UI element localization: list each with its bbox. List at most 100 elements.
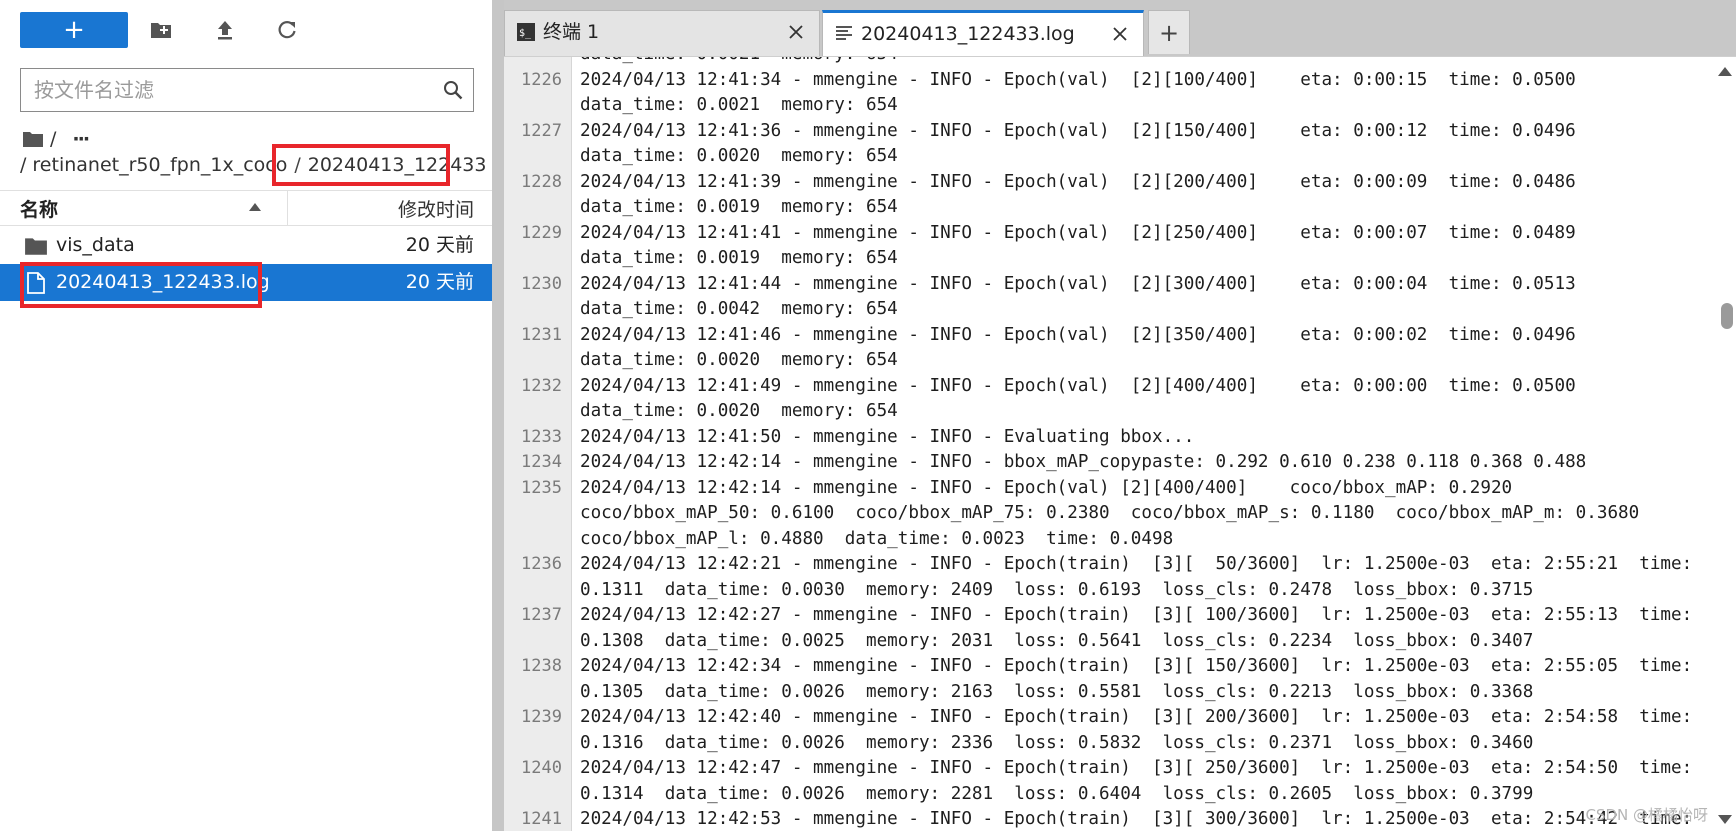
line-number: 1241 bbox=[521, 809, 562, 829]
log-line: data_time: 0.0021 memory: 654 bbox=[504, 93, 1714, 119]
log-entry: 1234 2024/04/13 12:42:14 - mmengine - INF… bbox=[504, 450, 1714, 476]
log-line: data_time: 0.0020 memory: 654 bbox=[504, 348, 1714, 374]
breadcrumb-root[interactable]: / bbox=[50, 128, 56, 150]
breadcrumb-ellipsis[interactable]: ··· bbox=[72, 128, 90, 150]
log-entry: 1240 2024/04/13 12:42:47 - mmengine - INF… bbox=[504, 756, 1714, 807]
line-number: 1236 bbox=[521, 554, 562, 574]
close-icon[interactable] bbox=[1111, 25, 1129, 43]
line-number: 1231 bbox=[521, 324, 562, 345]
log-text: 2024/04/13 12:42:21 - mmengine - INFO - … bbox=[580, 554, 1693, 574]
tab-label: 终端 1 bbox=[543, 21, 600, 43]
log-text: data_time: 0.0019 memory: 654 bbox=[580, 248, 898, 268]
watermark: CSDN @橘橘怡呀 bbox=[1585, 806, 1708, 824]
log-text: data_time: 0.0019 memory: 654 bbox=[580, 197, 898, 217]
line-number: 1228 bbox=[521, 171, 562, 192]
line-number: 1239 bbox=[521, 707, 562, 727]
line-number: 1234 bbox=[521, 452, 562, 472]
log-text: 2024/04/13 12:41:44 - mmengine - INFO - … bbox=[580, 273, 1576, 294]
line-number: 1233 bbox=[521, 426, 562, 447]
log-line: 1240 2024/04/13 12:42:47 - mmengine - INF… bbox=[504, 756, 1714, 782]
tab-log-file[interactable]: 20240413_122433.log bbox=[822, 10, 1144, 56]
add-tab-button[interactable]: + bbox=[1148, 10, 1190, 54]
log-text: 2024/04/13 12:41:49 - mmengine - INFO - … bbox=[580, 375, 1576, 396]
log-editor[interactable]: data_time: 0.0021 memory: 654 1226 2024/04… bbox=[504, 56, 1736, 831]
column-header-modified[interactable]: 修改时间 bbox=[289, 191, 492, 225]
log-line: 1229 2024/04/13 12:41:41 - mmengine - INF… bbox=[504, 221, 1714, 247]
log-line: data_time: 0.0020 memory: 654 bbox=[504, 144, 1714, 170]
close-icon[interactable] bbox=[787, 23, 805, 41]
log-line: data_time: 0.0042 memory: 654 bbox=[504, 297, 1714, 323]
log-entry: 1227 2024/04/13 12:41:36 - mmengine - INF… bbox=[504, 119, 1714, 170]
upload-button[interactable] bbox=[210, 15, 240, 45]
log-line: 1233 2024/04/13 12:41:50 - mmengine - INF… bbox=[504, 425, 1714, 451]
log-text: 2024/04/13 12:41:46 - mmengine - INFO - … bbox=[580, 324, 1576, 345]
scroll-down-icon[interactable] bbox=[1718, 815, 1732, 824]
log-line: 1241 2024/04/13 12:42:53 - mmengine - INF… bbox=[504, 807, 1714, 831]
tab-terminal[interactable]: $_ 终端 1 bbox=[504, 10, 820, 56]
log-line: 1234 2024/04/13 12:42:14 - mmengine - INF… bbox=[504, 450, 1714, 476]
column-header-name[interactable]: 名称 bbox=[0, 191, 288, 225]
log-entry: 1231 2024/04/13 12:41:46 - mmengine - INF… bbox=[504, 323, 1714, 374]
log-line: 1236 2024/04/13 12:42:21 - mmengine - INF… bbox=[504, 552, 1714, 578]
log-text: 2024/04/13 12:41:41 - mmengine - INFO - … bbox=[580, 222, 1576, 243]
upload-icon bbox=[218, 21, 232, 40]
tab-label: 20240413_122433.log bbox=[861, 23, 1075, 45]
log-line: coco/bbox_mAP_50: 0.6100 coco/bbox_mAP_7… bbox=[504, 501, 1714, 527]
log-line: data_time: 0.0019 memory: 654 bbox=[504, 195, 1714, 221]
file-browser-toolbar: + bbox=[0, 0, 492, 62]
log-text: 2024/04/13 12:41:36 - mmengine - INFO - … bbox=[580, 120, 1576, 141]
search-icon bbox=[433, 70, 473, 110]
log-text: coco/bbox_mAP_l: 0.4880 data_time: 0.002… bbox=[580, 528, 1174, 549]
log-text: coco/bbox_mAP_50: 0.6100 coco/bbox_mAP_7… bbox=[580, 503, 1640, 523]
main-area: $_ 终端 1 20240413_122433.log + data_tim bbox=[504, 0, 1736, 831]
breadcrumb-separator: / bbox=[20, 154, 27, 176]
filter-input[interactable] bbox=[21, 70, 433, 110]
log-text: data_time: 0.0020 memory: 654 bbox=[580, 146, 898, 166]
file-name: vis_data bbox=[56, 234, 135, 256]
log-line: 1227 2024/04/13 12:41:36 - mmengine - INF… bbox=[504, 119, 1714, 145]
line-number: 1240 bbox=[521, 758, 562, 778]
annotation-highlight-file bbox=[20, 262, 262, 308]
log-text: 2024/04/13 12:42:14 - mmengine - INFO - … bbox=[580, 452, 1587, 472]
line-number: 1226 bbox=[521, 69, 562, 90]
log-text: data_time: 0.0020 memory: 654 bbox=[580, 401, 898, 421]
plus-icon: + bbox=[1158, 18, 1180, 47]
log-text: 2024/04/13 12:42:14 - mmengine - INFO - … bbox=[580, 477, 1513, 498]
log-entry: 1228 2024/04/13 12:41:39 - mmengine - INF… bbox=[504, 170, 1714, 221]
log-text: data_time: 0.0021 memory: 654 bbox=[580, 95, 898, 115]
new-launcher-button[interactable]: + bbox=[20, 12, 128, 48]
panel-resize-handle[interactable] bbox=[492, 0, 504, 831]
line-number: 1232 bbox=[521, 375, 562, 396]
folder-icon[interactable] bbox=[22, 130, 44, 148]
refresh-button[interactable] bbox=[272, 15, 302, 45]
log-entry: 1226 2024/04/13 12:41:34 - mmengine - INF… bbox=[504, 68, 1714, 119]
log-line: 0.1308 data_time: 0.0025 memory: 2031 lo… bbox=[504, 629, 1714, 655]
log-entry: 1241 2024/04/13 12:42:53 - mmengine - INF… bbox=[504, 807, 1714, 831]
log-text: 0.1305 data_time: 0.0026 memory: 2163 lo… bbox=[580, 681, 1534, 702]
log-line: 1238 2024/04/13 12:42:34 - mmengine - INF… bbox=[504, 654, 1714, 680]
svg-text:$_: $_ bbox=[519, 28, 532, 39]
scrollbar-thumb[interactable] bbox=[1721, 303, 1733, 329]
new-folder-icon bbox=[151, 23, 171, 38]
sort-ascending-icon bbox=[249, 203, 261, 211]
log-text: 0.1316 data_time: 0.0026 memory: 2336 lo… bbox=[580, 732, 1534, 753]
log-text: 2024/04/13 12:41:34 - mmengine - INFO - … bbox=[580, 69, 1576, 90]
file-list-item[interactable]: vis_data 20 天前 bbox=[0, 227, 492, 264]
line-number: 1227 bbox=[521, 120, 562, 141]
log-text: 2024/04/13 12:42:27 - mmengine - INFO - … bbox=[580, 605, 1693, 625]
scroll-up-icon[interactable] bbox=[1718, 67, 1732, 76]
log-line: data_time: 0.0019 memory: 654 bbox=[504, 246, 1714, 272]
log-text: 2024/04/13 12:42:34 - mmengine - INFO - … bbox=[580, 656, 1693, 676]
line-number: 1235 bbox=[521, 477, 562, 498]
filter-box bbox=[20, 68, 474, 112]
new-folder-button[interactable] bbox=[146, 15, 176, 45]
vertical-scrollbar[interactable] bbox=[1714, 57, 1736, 831]
breadcrumb-row-root: / ··· bbox=[22, 126, 90, 152]
log-text: 2024/04/13 12:41:50 - mmengine - INFO - … bbox=[580, 426, 1195, 447]
log-text: 0.1314 data_time: 0.0026 memory: 2281 lo… bbox=[580, 783, 1534, 804]
breadcrumb-parent[interactable]: retinanet_r50_fpn_1x_coco bbox=[32, 154, 287, 176]
log-line: 0.1314 data_time: 0.0026 memory: 2281 lo… bbox=[504, 782, 1714, 808]
log-entry: 1233 2024/04/13 12:41:50 - mmengine - INF… bbox=[504, 425, 1714, 451]
log-entry: 1239 2024/04/13 12:42:40 - mmengine - INF… bbox=[504, 705, 1714, 756]
refresh-icon bbox=[278, 21, 296, 39]
